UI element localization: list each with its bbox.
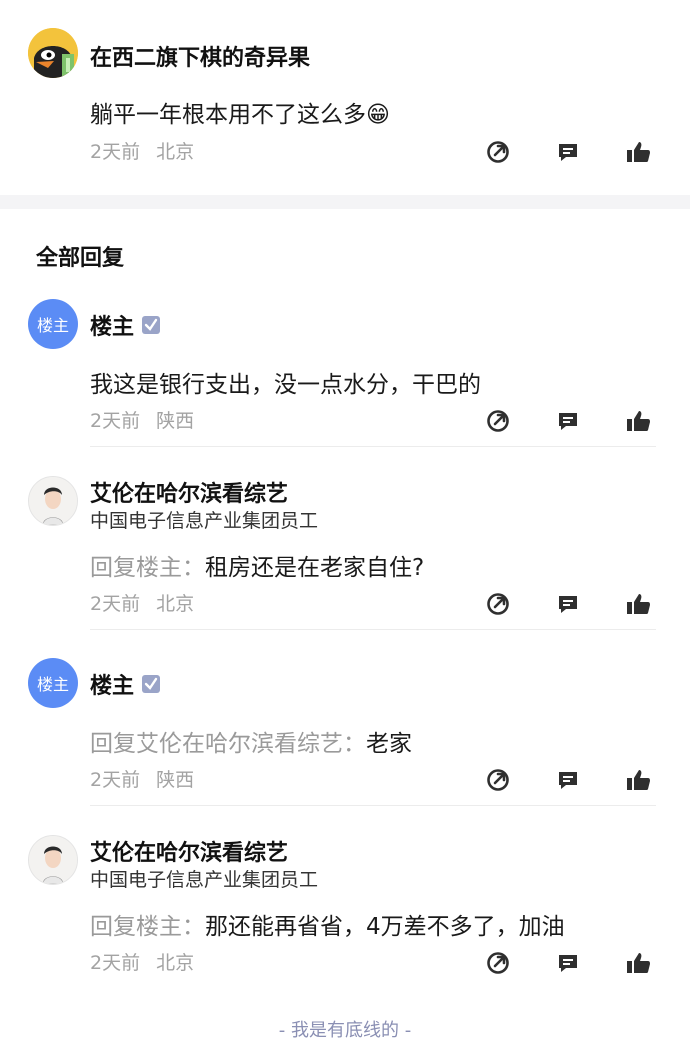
reply-0-time: 2天前 [90, 410, 141, 432]
reply-2-avatar[interactable]: 楼主 [28, 658, 78, 708]
reply-target[interactable]: 楼主： [136, 555, 205, 581]
section-divider [0, 195, 690, 209]
reply-1-meta: 2天前 北京 [90, 589, 194, 616]
reply-1-location: 北京 [156, 593, 195, 615]
username-text: 楼主 [90, 674, 135, 699]
verified-badge-icon [142, 316, 161, 334]
like-icon[interactable] [626, 592, 652, 616]
reply-0-avatar[interactable]: 楼主 [28, 299, 78, 349]
top-comment-time: 2天前 [90, 141, 141, 163]
reply-prefix: 回复 [90, 914, 136, 940]
comment-icon[interactable] [556, 409, 580, 433]
reply-3-content: 回复楼主：那还能再省省，4万差不多了，加油 [90, 907, 565, 941]
reply-3-time: 2天前 [90, 952, 141, 974]
share-icon[interactable] [486, 768, 510, 792]
share-icon[interactable] [486, 140, 510, 164]
avatar-label: 楼主 [36, 675, 69, 694]
reply-1-actions [486, 592, 656, 618]
top-comment-content: 躺平一年根本用不了这么多😁 [90, 95, 390, 129]
reply-1-time: 2天前 [90, 593, 141, 615]
reply-0-actions [486, 409, 656, 435]
reply-target[interactable]: 艾伦在哈尔滨看综艺： [136, 731, 366, 757]
row-divider [90, 805, 656, 806]
row-divider [90, 629, 656, 630]
comment-icon[interactable] [556, 768, 580, 792]
reply-2-actions [486, 768, 656, 794]
avatar-label: 楼主 [36, 316, 69, 335]
reply-2-username[interactable]: 楼主 [90, 668, 161, 700]
comment-icon[interactable] [556, 140, 580, 164]
like-icon[interactable] [626, 951, 652, 975]
like-icon[interactable] [626, 409, 652, 433]
top-comment-username[interactable]: 在西二旗下棋的奇异果 [90, 40, 310, 72]
reply-text: 老家 [366, 731, 412, 757]
row-divider [90, 446, 656, 447]
reply-2-meta: 2天前 陕西 [90, 765, 194, 792]
top-comment-avatar[interactable] [28, 28, 78, 78]
top-comment-meta: 2天前 北京 [90, 137, 194, 164]
comment-icon[interactable] [556, 592, 580, 616]
reply-1-username[interactable]: 艾伦在哈尔滨看综艺 [90, 476, 288, 508]
reply-text: 租房还是在老家自住? [205, 555, 425, 581]
reply-prefix: 回复 [90, 555, 136, 581]
reply-0-location: 陕西 [156, 410, 195, 432]
reply-3-actions [486, 951, 656, 977]
top-comment-text: 躺平一年根本用不了这么多 [90, 102, 366, 128]
verified-badge-icon [142, 675, 161, 693]
reply-3-subtitle: 中国电子信息产业集团员工 [90, 869, 319, 891]
reply-0-content: 我这是银行支出，没一点水分，干巴的 [90, 372, 481, 398]
person-avatar-icon [29, 836, 77, 884]
share-icon[interactable] [486, 951, 510, 975]
kiwi-avatar-icon [28, 28, 78, 78]
username-text: 楼主 [90, 315, 135, 340]
like-icon[interactable] [626, 140, 652, 164]
top-comment-actions [486, 140, 656, 166]
reply-prefix: 回复 [90, 731, 136, 757]
reply-1-subtitle: 中国电子信息产业集团员工 [90, 510, 319, 532]
reply-2-time: 2天前 [90, 769, 141, 791]
reply-2-content: 回复艾伦在哈尔滨看综艺：老家 [90, 724, 412, 758]
like-icon[interactable] [626, 768, 652, 792]
share-icon[interactable] [486, 409, 510, 433]
reply-text: 那还能再省省，4万差不多了，加油 [205, 914, 565, 940]
reply-2-location: 陕西 [156, 769, 195, 791]
end-of-list-footer: - 我是有底线的 - [278, 1020, 412, 1041]
reply-0-username[interactable]: 楼主 [90, 309, 161, 341]
grin-emoji: 😁 [366, 102, 390, 128]
comment-icon[interactable] [556, 951, 580, 975]
reply-1-avatar[interactable] [28, 476, 78, 526]
section-title: 全部回复 [36, 246, 125, 271]
person-avatar-icon [29, 477, 77, 525]
reply-3-location: 北京 [156, 952, 195, 974]
reply-target[interactable]: 楼主： [136, 914, 205, 940]
top-comment-location: 北京 [156, 141, 195, 163]
reply-0-meta: 2天前 陕西 [90, 406, 194, 433]
reply-3-avatar[interactable] [28, 835, 78, 885]
reply-3-username[interactable]: 艾伦在哈尔滨看综艺 [90, 835, 288, 867]
reply-1-content: 回复楼主：租房还是在老家自住? [90, 548, 424, 582]
reply-3-meta: 2天前 北京 [90, 948, 194, 975]
share-icon[interactable] [486, 592, 510, 616]
